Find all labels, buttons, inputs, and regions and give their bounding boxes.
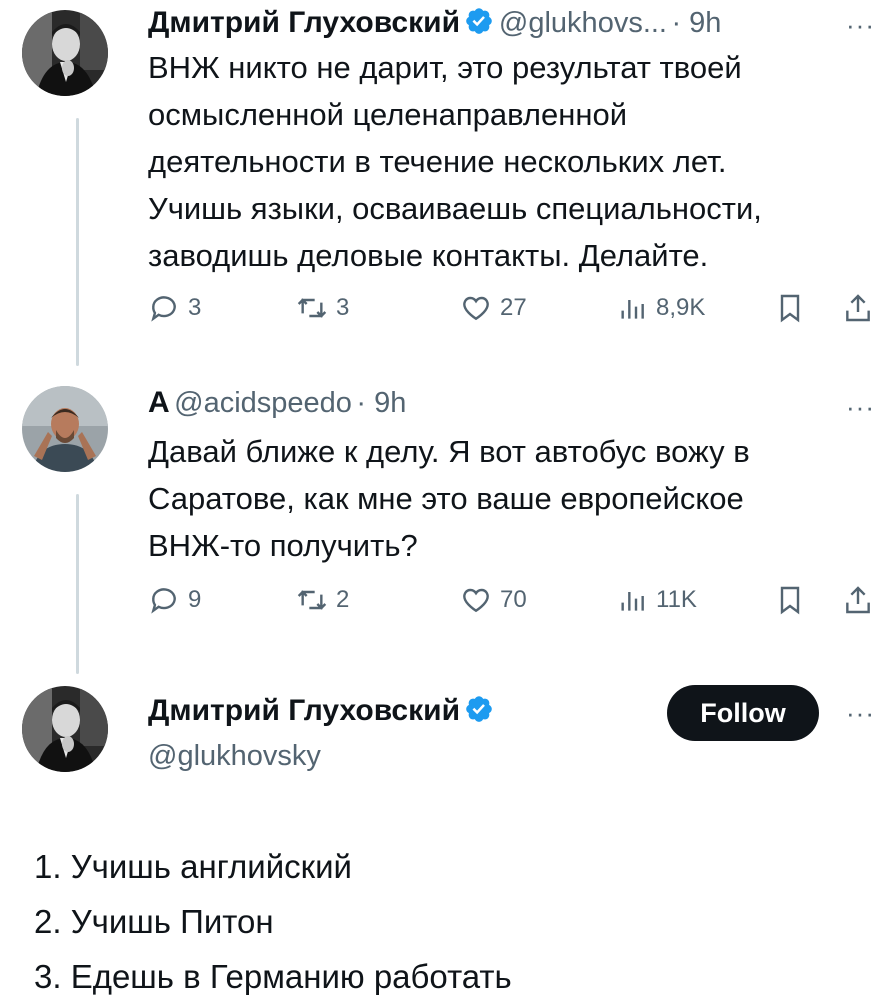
tweet2-actions: 9 2 70 11K [148, 584, 878, 624]
avatar-glukhovsky[interactable] [22, 10, 108, 96]
heart-icon [463, 588, 489, 613]
follow-button[interactable]: Follow [667, 685, 819, 741]
share-icon [846, 586, 870, 614]
reply-icon [151, 296, 176, 322]
like-count: 70 [500, 586, 527, 613]
author-handle[interactable]: @glukhovs... [499, 7, 667, 39]
share-button[interactable] [842, 584, 882, 616]
tweet2-header: A @acidspeedo · 9h [148, 386, 406, 420]
author-name[interactable]: Дмитрий Глуховский [148, 6, 460, 39]
list-item: 2. Учишь Питон [34, 903, 274, 940]
author-name[interactable]: Дмитрий Глуховский [148, 694, 460, 727]
author-handle[interactable]: @acidspeedo [174, 387, 352, 419]
reply-button[interactable]: 9 [148, 584, 201, 616]
tweet-text: Давай ближе к делу. Я вот автобус вожу в… [148, 434, 750, 563]
views-button[interactable]: 8,9K [616, 292, 705, 324]
share-icon [846, 294, 870, 322]
reply-count: 9 [188, 586, 202, 613]
list-item: 3. Едешь в Германию работать [34, 958, 512, 995]
author-name[interactable]: A [148, 386, 170, 419]
reply-icon [151, 588, 176, 614]
like-button[interactable]: 27 [460, 292, 527, 324]
avatar-glukhovsky[interactable] [22, 686, 108, 772]
reply-button[interactable]: 3 [148, 292, 201, 324]
verified-badge-icon [466, 8, 493, 34]
heart-icon [463, 296, 489, 321]
retweet-count: 3 [336, 294, 350, 321]
thread-line [76, 494, 79, 674]
retweet-icon [297, 298, 327, 318]
verified-badge-icon [466, 696, 493, 722]
tweet3-author: Дмитрий Глуховский [148, 694, 494, 728]
more-options-icon[interactable]: ··· [846, 10, 875, 41]
views-chart-icon [621, 300, 644, 319]
retweet-button[interactable]: 3 [296, 292, 349, 324]
like-button[interactable]: 70 [460, 584, 527, 616]
bookmark-icon [780, 294, 800, 323]
tweet1-actions: 3 3 27 8,9K [148, 292, 878, 332]
reply-count: 3 [188, 294, 202, 321]
list-item: 1. Учишь английский [34, 848, 352, 885]
retweet-icon [297, 590, 327, 610]
views-chart-icon [621, 592, 644, 611]
tweet1-header: Дмитрий Глуховский @glukhovs... · 9h [148, 6, 721, 40]
bookmark-button[interactable] [774, 292, 814, 324]
bookmark-button[interactable] [774, 584, 814, 616]
more-options-icon[interactable]: ··· [846, 698, 875, 729]
thread-line [76, 118, 79, 366]
bookmark-icon [780, 586, 800, 615]
views-count: 11K [656, 586, 697, 613]
avatar-image [22, 686, 108, 772]
avatar-image [22, 10, 108, 96]
tweet-time[interactable]: · 9h [356, 387, 406, 419]
views-button[interactable]: 11K [616, 584, 697, 616]
share-button[interactable] [842, 292, 882, 324]
author-handle[interactable]: @glukhovsky [148, 740, 321, 773]
tweet-time[interactable]: · 9h [671, 7, 721, 39]
views-count: 8,9K [656, 294, 706, 321]
tweet-text: ВНЖ никто не дарит, это результат твоей … [148, 50, 762, 273]
more-options-icon[interactable]: ··· [846, 392, 875, 423]
avatar-acidspeedo[interactable] [22, 386, 108, 472]
retweet-count: 2 [336, 586, 350, 613]
like-count: 27 [500, 294, 527, 321]
avatar-image [22, 386, 108, 472]
retweet-button[interactable]: 2 [296, 584, 349, 616]
